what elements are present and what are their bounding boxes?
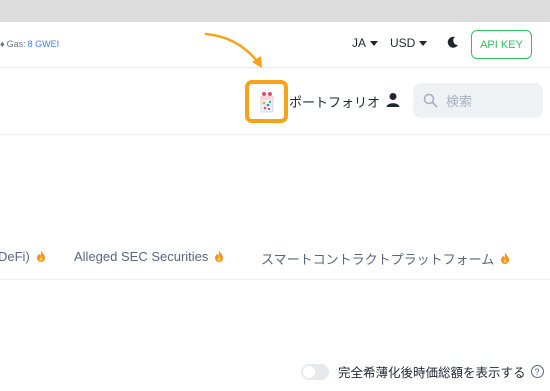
- fire-icon: [501, 252, 510, 264]
- category-tag-smart-contract-platform[interactable]: スマートコントラクトプラットフォーム: [261, 249, 510, 268]
- caret-down-icon: [419, 40, 428, 46]
- gas-label: Gas:: [6, 39, 26, 49]
- category-tag-alleged-sec-securities[interactable]: Alleged SEC Securities: [74, 249, 224, 264]
- fire-icon: [215, 250, 224, 262]
- portfolio-link[interactable]: ポートフォリオ: [289, 92, 380, 111]
- gift-icon: [260, 92, 274, 113]
- gift-button-highlight[interactable]: [245, 80, 288, 123]
- language-value: JA: [352, 36, 367, 50]
- api-key-button[interactable]: API KEY: [471, 30, 532, 59]
- pointer-arrow-icon: [204, 32, 262, 68]
- divider: [0, 134, 550, 135]
- trending-category-row: DeFi) Alleged SEC Securities スマートコントラクトプ…: [0, 249, 550, 269]
- fully-diluted-toggle-label: 完全希薄化後時価総額を表示する: [338, 366, 526, 380]
- language-selector[interactable]: JA: [352, 36, 379, 50]
- gas-value[interactable]: 8 GWEI: [28, 39, 60, 49]
- category-label: Alleged SEC Securities: [74, 249, 209, 264]
- fire-icon: [36, 250, 45, 262]
- search-input[interactable]: 検索: [413, 83, 543, 118]
- help-icon[interactable]: ?: [530, 365, 544, 378]
- category-label: スマートコントラクトプラットフォーム: [261, 252, 495, 267]
- gas-price: ♦ Gas: 8 GWEI: [0, 39, 59, 49]
- currency-value: USD: [390, 36, 416, 50]
- divider: [0, 279, 550, 280]
- category-label: DeFi): [0, 249, 30, 264]
- ethereum-icon: ♦: [0, 39, 5, 49]
- currency-selector[interactable]: USD: [390, 36, 428, 50]
- fully-diluted-toggle-row: 完全希薄化後時価総額を表示する ?: [301, 362, 544, 381]
- search-placeholder: 検索: [446, 94, 473, 109]
- dark-mode-moon-icon[interactable]: [446, 35, 460, 49]
- caret-down-icon: [370, 40, 379, 46]
- category-tag-defi[interactable]: DeFi): [0, 249, 46, 264]
- fully-diluted-toggle[interactable]: [301, 363, 329, 380]
- browser-chrome-strip: [0, 0, 550, 22]
- search-icon: [423, 93, 438, 108]
- user-icon[interactable]: [386, 92, 400, 108]
